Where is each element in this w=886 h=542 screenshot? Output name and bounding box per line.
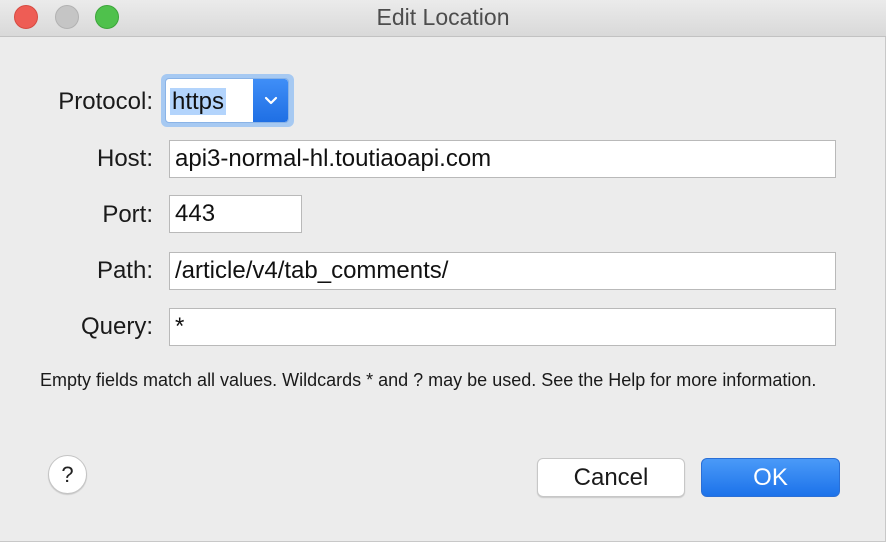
protocol-selected-value: https bbox=[170, 88, 227, 115]
port-label: Port: bbox=[102, 201, 153, 228]
cancel-button[interactable]: Cancel bbox=[537, 458, 685, 497]
chevron-down-icon bbox=[264, 96, 277, 104]
host-label: Host: bbox=[96, 145, 153, 172]
query-label: Query: bbox=[80, 313, 153, 340]
help-description-text: Empty fields match all values. Wildcards… bbox=[40, 370, 817, 390]
protocol-dropdown-button[interactable] bbox=[253, 79, 288, 122]
title-bar: Edit Location bbox=[0, 0, 886, 37]
protocol-select[interactable]: https bbox=[165, 78, 289, 123]
path-input[interactable]: /article/v4/tab_comments/ bbox=[169, 252, 836, 290]
host-input[interactable]: api3-normal-hl.toutiaoapi.com bbox=[169, 140, 836, 178]
edit-location-dialog: Edit Location Protocol: https Host: api3… bbox=[0, 0, 886, 542]
path-label: Path: bbox=[96, 257, 153, 284]
protocol-label: Protocol: bbox=[58, 88, 153, 115]
window-title: Edit Location bbox=[376, 4, 510, 30]
help-button[interactable]: ? bbox=[48, 455, 87, 494]
query-input[interactable]: * bbox=[169, 308, 836, 346]
port-input[interactable]: 443 bbox=[169, 195, 302, 233]
ok-button[interactable]: OK bbox=[701, 458, 840, 497]
